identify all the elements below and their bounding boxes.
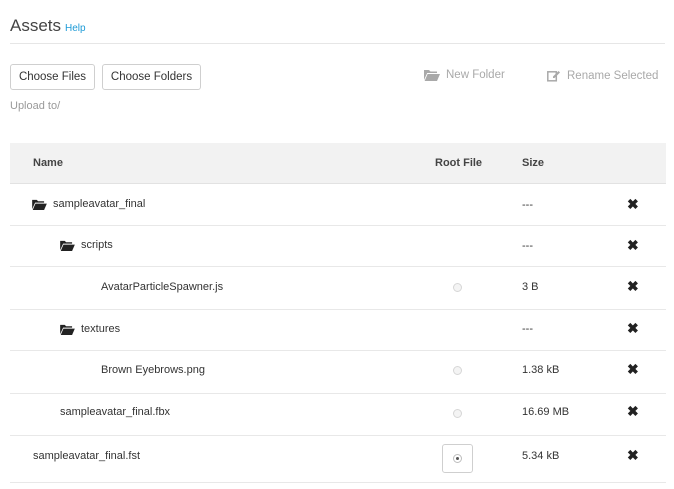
- delete-icon[interactable]: ✖: [627, 238, 639, 252]
- row-name-label: sampleavatar_final.fst: [33, 450, 140, 462]
- table-row[interactable]: sampleavatar_final.fbx 16.69 MB ✖: [10, 394, 666, 436]
- help-link[interactable]: Help: [65, 23, 86, 34]
- row-name[interactable]: scripts: [60, 239, 113, 251]
- column-root-file: Root File: [435, 157, 483, 169]
- new-folder-label: New Folder: [446, 69, 505, 81]
- root-file-radio[interactable]: [453, 366, 462, 375]
- table-row[interactable]: scripts --- ✖: [10, 226, 666, 267]
- table-row[interactable]: sampleavatar_final.fst 5.34 kB ✖: [10, 436, 666, 483]
- delete-icon[interactable]: ✖: [627, 197, 639, 211]
- choose-folders-button[interactable]: Choose Folders: [102, 64, 201, 90]
- edit-icon: [547, 69, 561, 82]
- table-row[interactable]: textures --- ✖: [10, 310, 666, 351]
- root-file-radio[interactable]: [453, 283, 462, 292]
- upload-path: Upload to/: [10, 100, 61, 112]
- row-size: 16.69 MB: [522, 406, 570, 418]
- rename-selected-button[interactable]: Rename Selected: [547, 69, 658, 82]
- page-title: Assets: [10, 16, 62, 35]
- table-header: Name Root File Size: [10, 143, 666, 184]
- rename-selected-label: Rename Selected: [567, 69, 659, 82]
- row-size: 3 B: [522, 281, 539, 293]
- root-file-radio-selected[interactable]: [442, 444, 473, 473]
- root-file-radio[interactable]: [453, 409, 462, 418]
- row-name-label: sampleavatar_final.fbx: [60, 406, 171, 418]
- delete-icon[interactable]: ✖: [627, 279, 639, 293]
- row-size: 5.34 kB: [522, 450, 560, 462]
- table-row[interactable]: AvatarParticleSpawner.js 3 B ✖: [10, 267, 666, 310]
- row-size: ---: [522, 240, 533, 252]
- table-row[interactable]: sampleavatar_final --- ✖: [10, 184, 666, 226]
- row-name[interactable]: AvatarParticleSpawner.js: [101, 281, 223, 293]
- choose-files-button[interactable]: Choose Files: [10, 64, 95, 90]
- column-name: Name: [33, 157, 63, 169]
- row-name[interactable]: textures: [60, 323, 120, 335]
- delete-icon[interactable]: ✖: [627, 448, 639, 462]
- column-size: Size: [522, 157, 545, 169]
- row-name-label: textures: [81, 323, 121, 335]
- row-name[interactable]: Brown Eyebrows.png: [101, 364, 205, 376]
- row-name-label: Brown Eyebrows.png: [101, 364, 205, 376]
- delete-icon[interactable]: ✖: [627, 362, 639, 376]
- row-name-label: sampleavatar_final: [53, 198, 146, 210]
- folder-open-icon: [424, 69, 440, 81]
- delete-icon[interactable]: ✖: [627, 404, 639, 418]
- folder-open-icon: [60, 324, 75, 335]
- row-name-label: AvatarParticleSpawner.js: [101, 281, 224, 293]
- row-name[interactable]: sampleavatar_final.fst: [33, 450, 140, 462]
- row-size: ---: [522, 199, 533, 211]
- folder-open-icon: [60, 240, 75, 251]
- row-name-label: scripts: [81, 239, 113, 251]
- table-row[interactable]: Brown Eyebrows.png 1.38 kB ✖: [10, 351, 666, 394]
- delete-icon[interactable]: ✖: [627, 321, 639, 335]
- divider: [10, 43, 665, 44]
- folder-open-icon: [32, 199, 47, 210]
- radio-checked-icon: [453, 454, 462, 463]
- new-folder-button[interactable]: New Folder: [424, 69, 505, 81]
- row-size: ---: [522, 323, 533, 335]
- row-size: 1.38 kB: [522, 364, 560, 376]
- row-name[interactable]: sampleavatar_final.fbx: [60, 406, 170, 418]
- row-name[interactable]: sampleavatar_final: [32, 198, 145, 210]
